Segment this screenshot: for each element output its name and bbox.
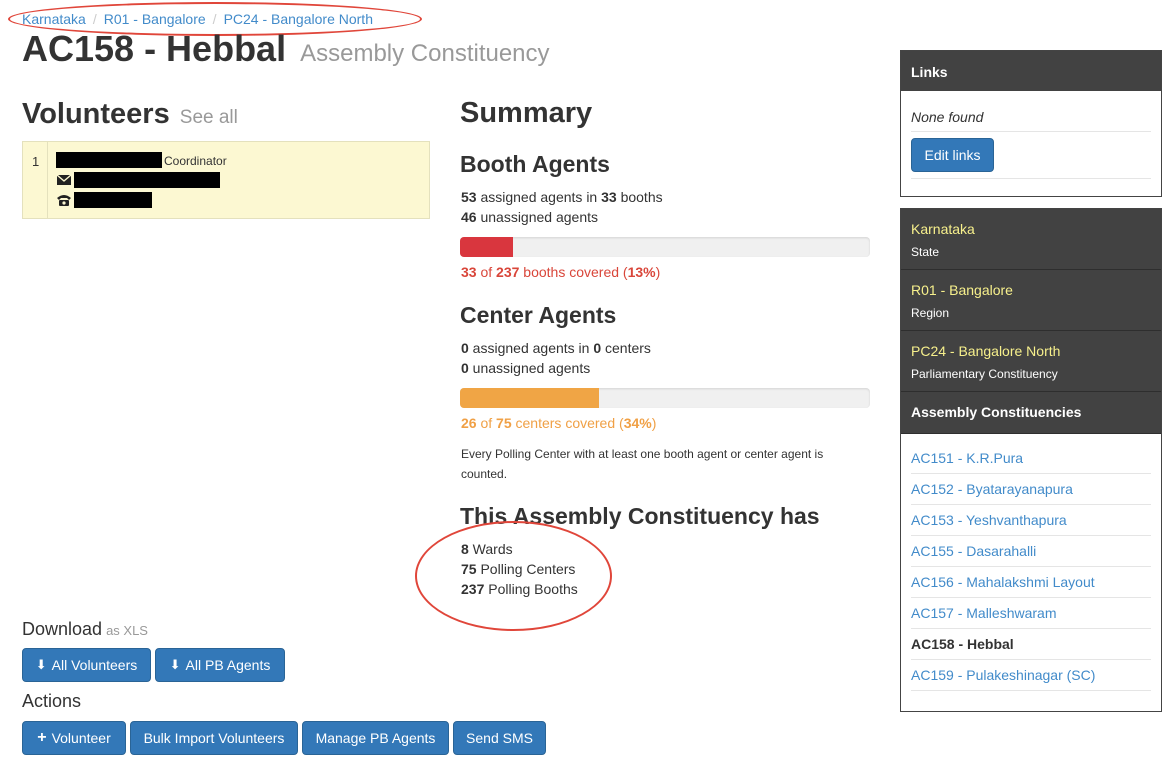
booth-coverage-bar-fill [460, 237, 514, 257]
redacted-phone [74, 192, 152, 208]
nav-region-item[interactable]: R01 - Bangalore Region [901, 270, 1161, 331]
counts-annotation-oval [415, 521, 612, 631]
see-all-link[interactable]: See all [180, 107, 238, 128]
booth-agents-assigned: 53 assigned agents in 33 booths [461, 189, 663, 205]
plus-icon: + [37, 729, 47, 746]
nav-pc-type: Parliamentary Constituency [911, 367, 1058, 381]
redacted-name [56, 152, 162, 168]
add-volunteer-button[interactable]: + Volunteer [22, 721, 126, 755]
nav-region-type: Region [911, 306, 950, 320]
links-divider [911, 131, 1151, 132]
download-format: as XLS [106, 623, 148, 638]
coverage-note-line2: counted. [461, 467, 508, 481]
booth-coverage-text: 33 of 237 booths covered (13%) [461, 264, 661, 280]
actions-heading: Actions [22, 691, 82, 711]
links-empty-text: None found [911, 109, 984, 125]
nav-region-name: R01 - Bangalore [911, 282, 1013, 298]
redacted-email [74, 172, 220, 188]
nav-state-type: State [911, 245, 940, 259]
ac-link-153[interactable]: AC153 - Yeshvanthapura [911, 505, 1151, 536]
center-coverage-bar-fill [460, 388, 600, 408]
ac-link-155[interactable]: AC155 - Dasarahalli [911, 536, 1151, 567]
center-agents-assigned: 0 assigned agents in 0 centers [461, 340, 651, 356]
center-agents-heading: Center Agents [460, 302, 617, 328]
download-icon: ⬇ [169, 657, 181, 672]
links-divider [911, 178, 1151, 179]
page-title: AC158 - Hebbal Assembly Constituency [22, 28, 550, 70]
download-all-volunteers-button[interactable]: ⬇ All Volunteers [22, 648, 151, 682]
manage-pb-agents-button[interactable]: Manage PB Agents [302, 721, 449, 755]
phone-icon [56, 193, 72, 207]
center-coverage-text: 26 of 75 centers covered (34%) [461, 415, 657, 431]
download-heading: Download as XLS [22, 619, 148, 639]
links-panel: Links None found Edit links [900, 50, 1162, 197]
center-agents-unassigned: 0 unassigned agents [461, 360, 591, 376]
volunteer-list-item: 1 Coordinator [22, 141, 430, 219]
coverage-note-line1: Every Polling Center with at least one b… [461, 447, 824, 461]
download-icon: ⬇ [35, 657, 47, 672]
constituency-nav-panel: Karnataka State R01 - Bangalore Region P… [900, 208, 1162, 712]
ac-current-158: AC158 - Hebbal [911, 629, 1151, 660]
ac-link-151[interactable]: AC151 - K.R.Pura [911, 443, 1151, 474]
volunteer-divider [47, 142, 48, 218]
envelope-icon [56, 173, 72, 187]
ac-link-156[interactable]: AC156 - Mahalakshmi Layout [911, 567, 1151, 598]
booth-agents-unassigned: 46 unassigned agents [461, 209, 599, 225]
ac-link-152[interactable]: AC152 - Byatarayanapura [911, 474, 1151, 505]
nav-pc-item[interactable]: PC24 - Bangalore North Parliamentary Con… [901, 331, 1161, 392]
edit-links-button[interactable]: Edit links [911, 138, 994, 172]
nav-state-name: Karnataka [911, 221, 975, 237]
send-sms-button[interactable]: Send SMS [453, 721, 546, 755]
volunteers-heading-text: Volunteers [22, 98, 170, 130]
links-heading: Links [901, 51, 1161, 91]
nav-assembly-heading: Assembly Constituencies [901, 392, 1161, 434]
booth-agents-heading: Booth Agents [460, 151, 610, 177]
download-all-pb-agents-button[interactable]: ⬇ All PB Agents [155, 648, 285, 682]
center-coverage-progress [460, 388, 870, 408]
ac-link-159[interactable]: AC159 - Pulakeshinagar (SC) [911, 660, 1151, 691]
ac-link-157[interactable]: AC157 - Malleshwaram [911, 598, 1151, 629]
volunteer-role: Coordinator [164, 154, 227, 168]
booth-coverage-progress [460, 237, 870, 257]
page-title-text: AC158 - Hebbal [22, 28, 287, 69]
bulk-import-volunteers-button[interactable]: Bulk Import Volunteers [130, 721, 298, 755]
nav-state-item[interactable]: Karnataka State [901, 209, 1161, 270]
volunteer-index: 1 [32, 154, 40, 169]
nav-pc-name: PC24 - Bangalore North [911, 343, 1061, 359]
page-subtitle: Assembly Constituency [300, 40, 550, 67]
summary-heading: Summary [460, 97, 593, 129]
volunteers-heading: Volunteers See all [22, 98, 238, 131]
assembly-constituencies-heading: Assembly Constituencies [911, 404, 1082, 420]
